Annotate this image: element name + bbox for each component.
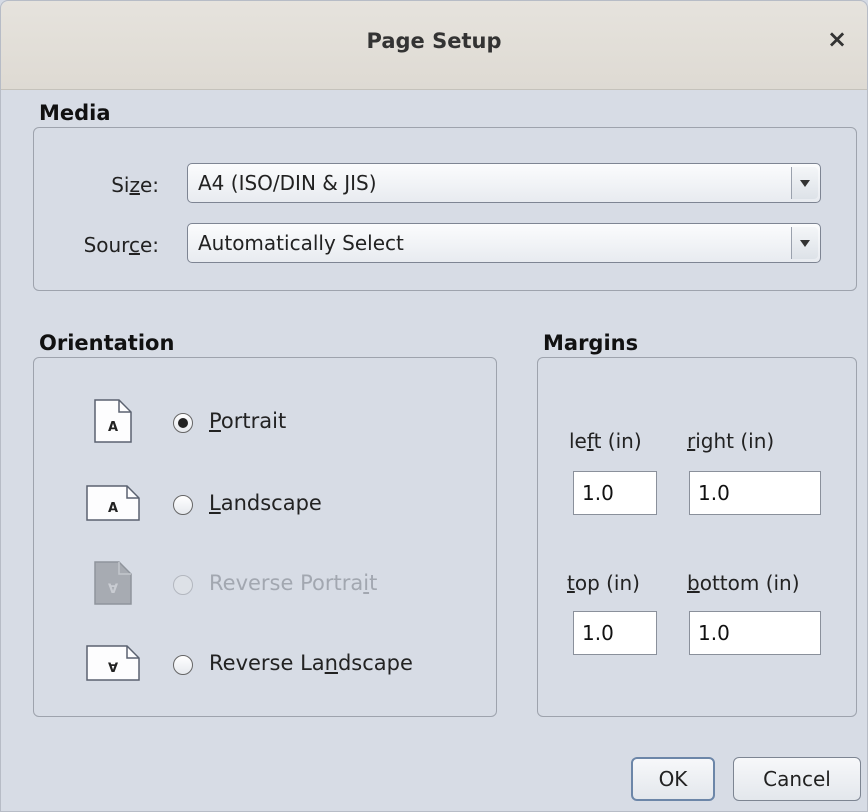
landscape-page-icon: A — [86, 485, 140, 521]
portrait-radio[interactable] — [173, 413, 193, 433]
top-margin-label: top (in) — [567, 571, 640, 595]
svg-text:∀: ∀ — [108, 582, 118, 597]
reverse-landscape-radio[interactable] — [173, 655, 193, 675]
orientation-option-portrait[interactable]: A Portrait — [33, 399, 493, 443]
page-setup-dialog: Page Setup × Media Size: A4 (ISO/DIN & J… — [0, 0, 868, 812]
landscape-label: Landscape — [209, 491, 322, 515]
right-margin-input[interactable]: 1.0 — [689, 471, 821, 515]
bottom-margin-label: bottom (in) — [687, 571, 800, 595]
svg-text:A: A — [108, 501, 118, 516]
orientation-option-reverse-landscape[interactable]: ∀ Reverse Landscape — [33, 641, 493, 685]
title-bar[interactable]: Page Setup × — [1, 1, 867, 90]
reverse-portrait-page-icon: ∀ — [94, 561, 132, 605]
media-heading: Media — [39, 101, 111, 125]
reverse-landscape-page-icon: ∀ — [86, 645, 140, 681]
svg-text:A: A — [108, 420, 118, 435]
top-margin-input[interactable]: 1.0 — [573, 611, 657, 655]
ok-button[interactable]: OK — [631, 757, 715, 801]
svg-text:∀: ∀ — [108, 661, 118, 676]
reverse-landscape-label: Reverse Landscape — [209, 651, 413, 675]
size-select-value: A4 (ISO/DIN & JIS) — [198, 171, 377, 195]
orientation-heading: Orientation — [39, 331, 175, 355]
chevron-down-icon[interactable] — [791, 227, 818, 259]
cancel-button[interactable]: Cancel — [733, 757, 861, 801]
portrait-page-icon: A — [94, 399, 132, 443]
orientation-option-reverse-portrait: ∀ Reverse Portrait — [33, 561, 493, 605]
size-label: Size: — [111, 173, 159, 197]
landscape-radio[interactable] — [173, 495, 193, 515]
margins-group — [537, 357, 857, 717]
media-group — [33, 127, 857, 291]
left-margin-label: left (in) — [569, 429, 642, 453]
source-select[interactable]: Automatically Select — [187, 223, 821, 263]
orientation-option-landscape[interactable]: A Landscape — [33, 481, 493, 525]
portrait-label: Portrait — [209, 409, 287, 433]
chevron-down-icon[interactable] — [791, 167, 818, 199]
bottom-margin-input[interactable]: 1.0 — [689, 611, 821, 655]
dialog-title: Page Setup — [366, 29, 502, 53]
size-select[interactable]: A4 (ISO/DIN & JIS) — [187, 163, 821, 203]
right-margin-label: right (in) — [687, 429, 775, 453]
reverse-portrait-radio — [173, 575, 193, 595]
margins-heading: Margins — [543, 331, 639, 355]
source-select-value: Automatically Select — [198, 231, 404, 255]
left-margin-input[interactable]: 1.0 — [573, 471, 657, 515]
close-icon[interactable]: × — [825, 27, 849, 51]
source-label: Source: — [83, 233, 159, 257]
reverse-portrait-label: Reverse Portrait — [209, 571, 378, 595]
